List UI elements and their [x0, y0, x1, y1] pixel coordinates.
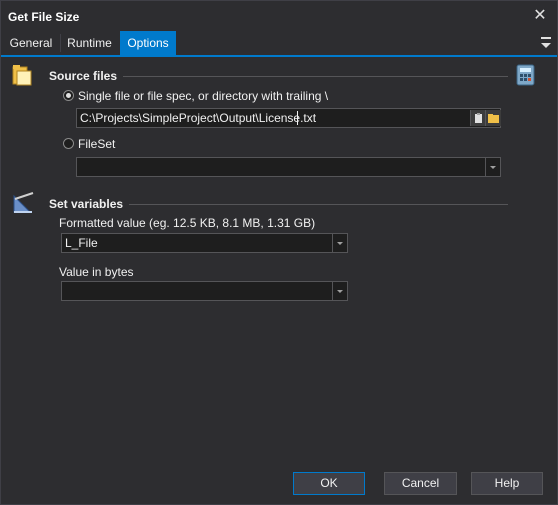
fileset-combo[interactable]: [76, 157, 501, 177]
section-divider: [123, 76, 508, 77]
tab-general[interactable]: General: [3, 31, 59, 55]
close-icon[interactable]: ✕: [529, 5, 551, 27]
set-variables-heading: Set variables: [49, 197, 124, 211]
formatted-value-combo[interactable]: L_File: [61, 233, 348, 253]
bytes-value-label: Value in bytes: [59, 265, 134, 279]
browse-folder-icon[interactable]: [485, 110, 501, 126]
file-path-value: C:\Projects\SimpleProject\Output\License…: [80, 111, 317, 125]
help-button[interactable]: Help: [471, 472, 543, 495]
calculator-icon[interactable]: [515, 64, 537, 86]
text-caret: [297, 111, 298, 125]
tab-options[interactable]: Options: [120, 31, 176, 55]
tab-bar: General Runtime Options: [1, 31, 557, 57]
clipboard-icon[interactable]: [470, 110, 486, 126]
tab-runtime[interactable]: Runtime: [61, 31, 118, 55]
formatted-value-text: L_File: [65, 236, 98, 250]
cancel-button[interactable]: Cancel: [384, 472, 457, 495]
formatted-value-label: Formatted value (eg. 12.5 KB, 8.1 MB, 1.…: [59, 216, 316, 230]
title-bar: Get File Size ✕: [1, 1, 557, 31]
single-file-radio[interactable]: [63, 90, 74, 101]
variables-ruler-icon: [13, 192, 34, 213]
chevron-down-icon[interactable]: [332, 282, 348, 300]
file-path-input[interactable]: C:\Projects\SimpleProject\Output\License…: [76, 108, 501, 128]
chevron-down-icon[interactable]: [332, 234, 348, 252]
chevron-down-icon[interactable]: [485, 158, 501, 176]
bytes-value-combo[interactable]: [61, 281, 348, 301]
single-file-label: Single file or file spec, or directory w…: [78, 89, 329, 103]
dialog-window: Get File Size ✕ General Runtime Options …: [0, 0, 558, 505]
section-divider: [129, 204, 508, 205]
tab-menu-icon[interactable]: [537, 33, 555, 51]
fileset-radio[interactable]: [63, 138, 74, 149]
source-files-heading: Source files: [49, 69, 118, 83]
fileset-label: FileSet: [78, 137, 116, 151]
ok-button[interactable]: OK: [293, 472, 365, 495]
window-title: Get File Size: [8, 10, 80, 24]
folder-files-icon: [12, 65, 32, 86]
